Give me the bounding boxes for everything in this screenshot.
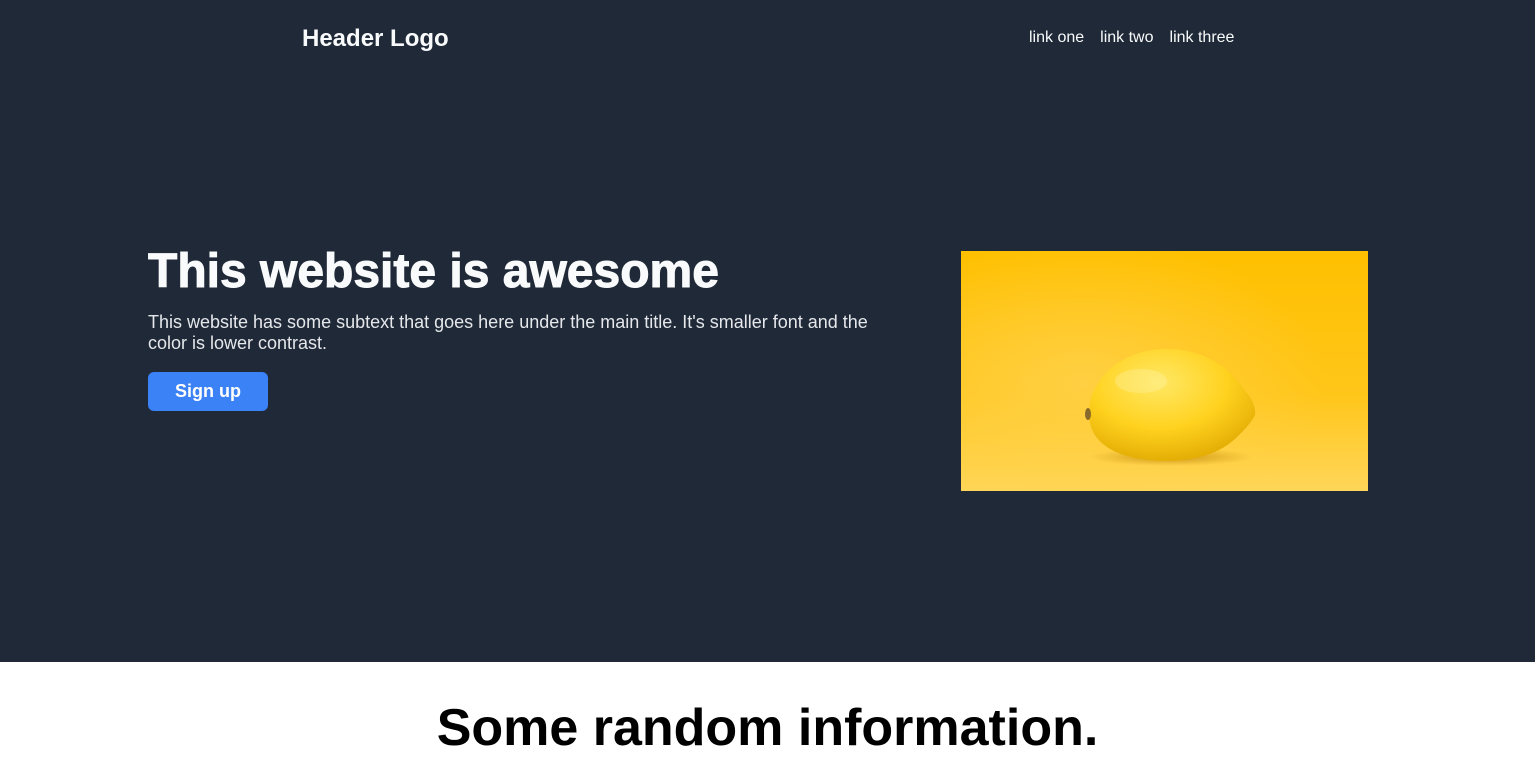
hero-title: This website is awesome [148,245,720,299]
hero-subtext: This website has some subtext that goes … [148,312,868,353]
info-heading: Some random information. [436,699,1099,757]
hero-section: Header Logo link one link two link three… [0,0,1535,662]
lemon-image [961,251,1368,491]
header-nav: link one link two link three [1029,29,1234,47]
nav-link-one[interactable]: link one [1029,29,1084,47]
nav-link-two[interactable]: link two [1100,29,1153,47]
page: Header Logo link one link two link three… [0,0,1535,762]
header-logo[interactable]: Header Logo [302,26,449,52]
nav-link-three[interactable]: link three [1170,29,1235,47]
signup-button[interactable]: Sign up [148,372,268,411]
